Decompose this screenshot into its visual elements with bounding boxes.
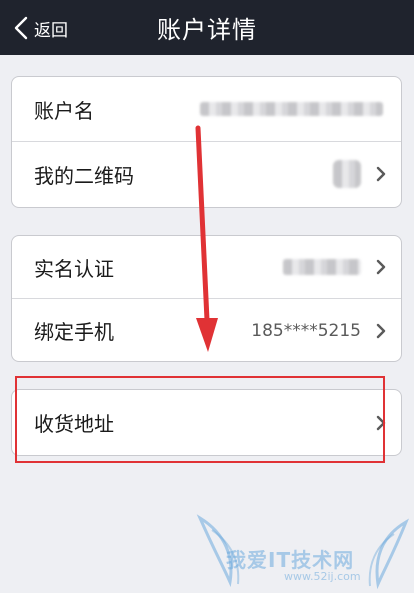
chevron-right-icon — [376, 259, 386, 279]
account-info-group: 账户名 我的二维码 — [11, 76, 402, 208]
chevron-right-icon — [376, 415, 386, 435]
row-bound-phone[interactable]: 绑定手机 185****5215 — [12, 298, 401, 361]
row-shipping-address[interactable]: 收货地址 — [12, 390, 401, 455]
row-label: 收货地址 — [34, 412, 114, 436]
row-real-name-verification[interactable]: 实名认证 — [12, 236, 401, 298]
row-label: 实名认证 — [34, 256, 114, 281]
wing-logo-icon — [196, 514, 410, 590]
chevron-right-icon — [376, 166, 386, 186]
watermark-text: 我爱IT技术网 — [226, 548, 355, 572]
chevron-right-icon — [376, 323, 386, 343]
phone-number-value: 185****5215 — [251, 320, 361, 341]
watermark-subtext: www.52ij.com — [284, 570, 361, 583]
row-account-name[interactable]: 账户名 — [12, 77, 401, 141]
shipping-address-group: 收货地址 — [11, 389, 402, 456]
qr-code-thumbnail-blurred — [333, 142, 361, 206]
verification-status-blurred — [283, 236, 361, 298]
account-name-value-blurred — [200, 77, 383, 141]
row-label: 我的二维码 — [34, 163, 134, 188]
page-title: 账户详情 — [157, 16, 257, 44]
verification-group: 实名认证 绑定手机 185****5215 — [11, 235, 402, 362]
row-label: 账户名 — [34, 98, 94, 123]
row-label: 绑定手机 — [34, 320, 114, 344]
watermark: 我爱IT技术网 www.52ij.com — [196, 514, 410, 590]
row-qr-code[interactable]: 我的二维码 — [12, 141, 401, 206]
nav-bar: 返回 账户详情 — [0, 0, 414, 55]
